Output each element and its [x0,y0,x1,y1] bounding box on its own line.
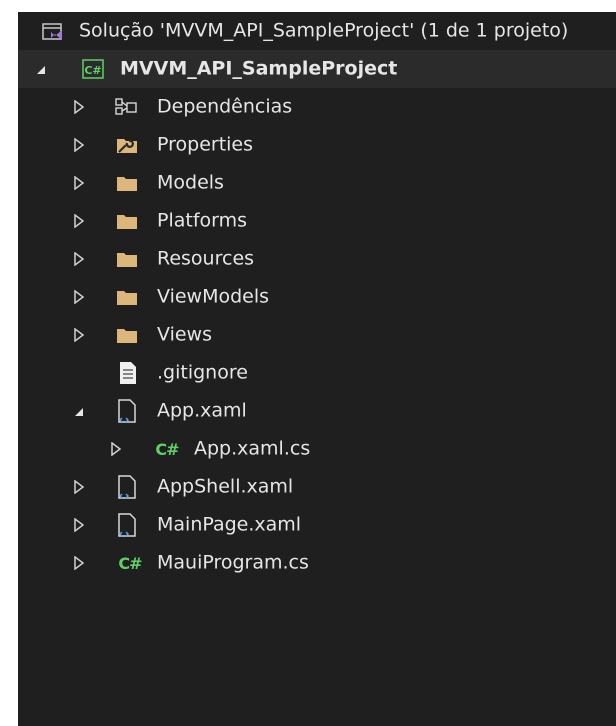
collapsed-arrow-icon[interactable] [71,213,87,229]
tree-item-app-xaml[interactable]: App.xaml [18,392,616,430]
tree-item-mauiprogram-cs[interactable]: C# MauiProgram.cs [18,544,616,582]
tree-item-app-xaml-cs[interactable]: C# App.xaml.cs [18,430,616,468]
tree-item-label: Views [157,323,212,346]
solution-explorer-panel: Solução 'MVVM_API_SampleProject' (1 de 1… [18,12,616,726]
collapsed-arrow-icon[interactable] [71,517,87,533]
solution-node[interactable]: Solução 'MVVM_API_SampleProject' (1 de 1… [18,12,616,50]
expanded-arrow-icon[interactable] [71,404,87,420]
tree-item-models[interactable]: Models [18,164,616,202]
collapsed-arrow-icon[interactable] [71,479,87,495]
expanded-arrow-icon[interactable] [33,62,49,78]
csharp-file-icon: C# [118,553,142,573]
folder-icon [115,249,139,269]
tree-item-label: AppShell.xaml [157,475,294,498]
folder-icon [115,173,139,193]
tree-item-label: Properties [157,133,254,156]
tree-item-label: App.xaml [157,399,247,422]
tree-item-label: App.xaml.cs [194,437,311,460]
collapsed-arrow-icon[interactable] [108,441,124,457]
folder-icon [115,325,139,345]
tree-item-viewmodels[interactable]: ViewModels [18,278,616,316]
collapsed-arrow-icon[interactable] [71,137,87,153]
tree-item-resources[interactable]: Resources [18,240,616,278]
tree-item-platforms[interactable]: Platforms [18,202,616,240]
csharp-project-icon: C# [82,59,104,79]
tree-item-label: Resources [157,247,255,270]
tree-item-dependencias[interactable]: Dependências [18,88,616,126]
tree-item-mainpage-xaml[interactable]: MainPage.xaml [18,506,616,544]
collapsed-arrow-icon[interactable] [71,99,87,115]
collapsed-arrow-icon[interactable] [71,289,87,305]
folder-icon [115,287,139,307]
tree-item-label: ViewModels [157,285,270,308]
collapsed-arrow-icon[interactable] [71,555,87,571]
tree-item-label: .gitignore [157,361,248,384]
text-file-icon [119,361,137,385]
tree-item-gitignore[interactable]: .gitignore [18,354,616,392]
tree-item-appshell-xaml[interactable]: AppShell.xaml [18,468,616,506]
xaml-file-icon [117,475,139,499]
tree-item-properties[interactable]: Properties [18,126,616,164]
dependencies-icon [115,98,137,116]
tree-item-label: Platforms [157,209,248,232]
xaml-file-icon [117,399,139,423]
solution-title: Solução 'MVVM_API_SampleProject' (1 de 1… [79,19,569,42]
project-name: MVVM_API_SampleProject [120,57,398,80]
xaml-file-icon [117,513,139,537]
collapsed-arrow-icon[interactable] [71,327,87,343]
tree-item-label: Models [157,171,224,194]
tree-item-label: MauiProgram.cs [157,551,309,574]
collapsed-arrow-icon[interactable] [71,175,87,191]
solution-icon [42,21,64,43]
csharp-project-glyph: C# [84,64,101,77]
folder-icon [115,211,139,231]
collapsed-arrow-icon[interactable] [71,251,87,267]
project-node[interactable]: C# MVVM_API_SampleProject [18,50,616,88]
tree-item-label: MainPage.xaml [157,513,302,536]
tree-item-views[interactable]: Views [18,316,616,354]
properties-folder-icon [115,135,139,155]
csharp-file-icon: C# [155,439,179,459]
tree-item-label: Dependências [157,95,293,118]
